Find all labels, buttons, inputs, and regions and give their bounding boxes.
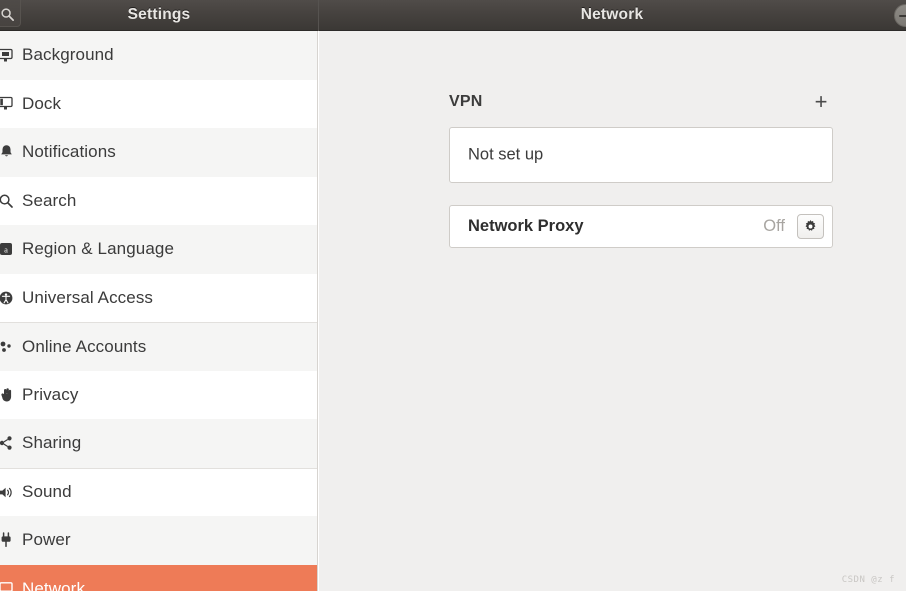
dock-icon — [0, 94, 14, 114]
settings-sidebar: Background Dock Notifications Search a R… — [0, 31, 318, 591]
display-icon — [0, 45, 14, 65]
sidebar-item-label: Notifications — [22, 142, 116, 162]
globe-language-icon: a — [0, 239, 14, 259]
sidebar-item-dock[interactable]: Dock — [0, 79, 317, 128]
privacy-hand-icon — [0, 385, 14, 405]
sidebar-item-label: Sharing — [22, 433, 82, 453]
sidebar-item-power[interactable]: Power — [0, 516, 317, 565]
svg-text:a: a — [4, 245, 8, 255]
titlebar-sidebar-section: Settings — [0, 0, 318, 31]
vpn-title: VPN — [449, 93, 483, 110]
sidebar-item-online-accounts[interactable]: Online Accounts — [0, 322, 317, 371]
sidebar-item-network[interactable]: Network — [0, 564, 317, 591]
page-title: Network — [580, 6, 644, 23]
sidebar-item-label: Dock — [22, 93, 62, 113]
sidebar-item-privacy[interactable]: Privacy — [0, 370, 317, 419]
sidebar-item-label: Search — [22, 190, 77, 210]
sidebar-item-label: Online Accounts — [22, 336, 147, 356]
speaker-icon — [0, 482, 14, 502]
sidebar-item-label: Region & Language — [22, 239, 174, 259]
sharing-nodes-icon — [0, 433, 14, 453]
accessibility-icon — [0, 288, 14, 308]
network-proxy-settings-button[interactable] — [797, 214, 824, 239]
network-panel: VPN + Not set up Network Proxy Off CSDN … — [319, 31, 906, 591]
sidebar-item-label: Sound — [22, 482, 72, 502]
vpn-status-card[interactable]: Not set up — [449, 127, 833, 183]
sidebar-item-label: Universal Access — [22, 287, 154, 307]
network-proxy-row[interactable]: Network Proxy Off — [449, 205, 833, 248]
vpn-section-header: VPN + — [449, 90, 833, 115]
sidebar-item-label: Power — [22, 530, 71, 550]
settings-window: Settings Network Background Dock Notific… — [0, 0, 906, 591]
sidebar-item-label: Background — [22, 45, 114, 65]
add-vpn-button[interactable]: + — [809, 90, 833, 114]
network-proxy-state: Off — [763, 217, 785, 235]
network-proxy-label: Network Proxy — [468, 217, 584, 235]
sidebar-item-search[interactable]: Search — [0, 176, 317, 225]
sidebar-item-label: Privacy — [22, 384, 79, 404]
sidebar-item-background[interactable]: Background — [0, 31, 317, 80]
magnifier-icon — [0, 191, 14, 211]
watermark: CSDN @z f — [841, 575, 895, 585]
bell-icon — [0, 142, 14, 162]
sidebar-item-universal-access[interactable]: Universal Access — [0, 273, 317, 322]
network-icon — [0, 579, 14, 591]
sidebar-item-notifications[interactable]: Notifications — [0, 128, 317, 177]
gear-icon — [805, 220, 816, 231]
power-plug-icon — [0, 530, 14, 550]
sidebar-item-sound[interactable]: Sound — [0, 467, 317, 516]
sidebar-item-sharing[interactable]: Sharing — [0, 419, 317, 468]
online-accounts-icon — [0, 337, 14, 357]
sidebar-title: Settings — [127, 6, 191, 23]
vpn-status-text: Not set up — [468, 145, 544, 164]
window-titlebar: Settings Network — [0, 0, 906, 31]
sidebar-item-region-language[interactable]: a Region & Language — [0, 225, 317, 274]
sidebar-item-label: Network — [22, 578, 86, 591]
